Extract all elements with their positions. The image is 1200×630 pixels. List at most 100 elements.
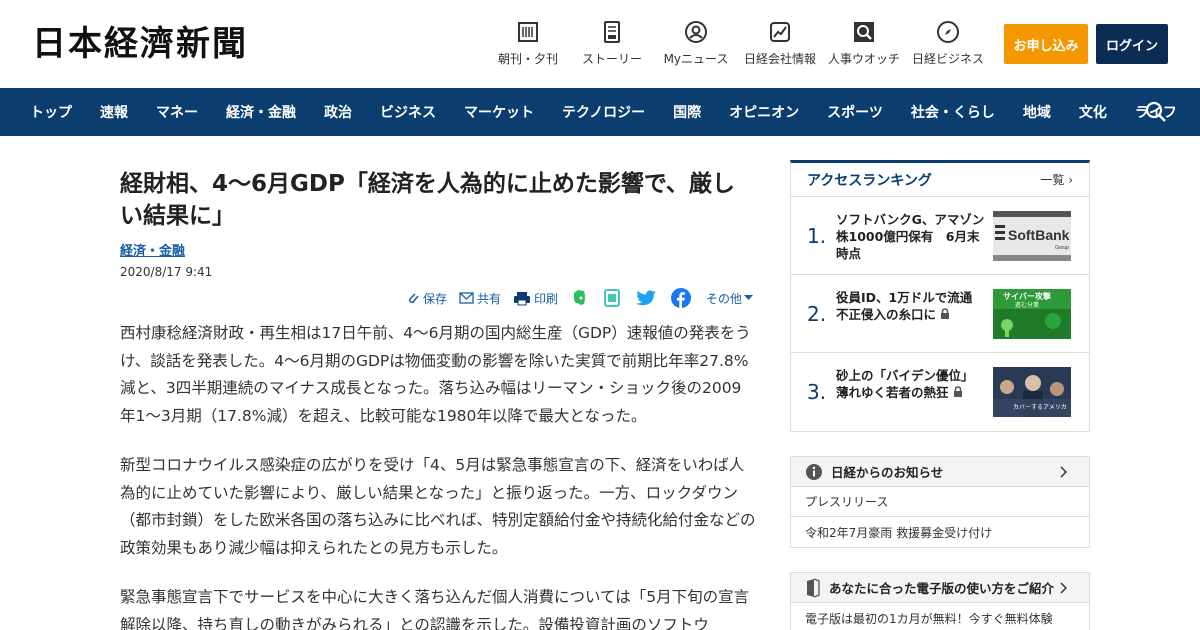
article-paragraph: 新型コロナウイルス感染症の広がりを受け「4、5月は緊急事態宣言の下、経済をいわば… [120, 456, 756, 557]
printer-icon [513, 291, 530, 305]
nav-item-sports[interactable]: スポーツ [827, 102, 883, 122]
rank-title: 砂上の「バイデン優位」 薄れゆく若者の熱狂 [836, 367, 986, 401]
ranking-item[interactable]: 3. 砂上の「バイデン優位」 薄れゆく若者の熱狂 カバーするアメリカ [791, 353, 1089, 431]
util-nikkei-business[interactable]: 日経ビジネス [912, 20, 984, 67]
share-button[interactable]: 共有 [459, 290, 501, 307]
guide-row-free-trial[interactable]: 電子版は最初の1カ月が無料！今すぐ無料体験 [791, 603, 1089, 630]
nav-item-market[interactable]: マーケット [464, 102, 534, 122]
chart-icon [770, 22, 790, 42]
notice-title: 日経からのお知らせ [831, 465, 944, 480]
caret-down-icon [744, 295, 753, 300]
svg-text:カバーするアメリカ: カバーするアメリカ [1013, 404, 1067, 411]
notice-header[interactable]: 日経からのお知らせ [791, 457, 1089, 487]
nav-item-international[interactable]: 国際 [673, 102, 701, 122]
compass-icon [937, 21, 959, 43]
evernote-button[interactable] [570, 289, 591, 307]
nav-item-top[interactable]: トップ [30, 102, 72, 122]
lock-icon [941, 308, 950, 319]
article-headline: 経財相、4～6月GDP「経済を人為的に止めた影響で、厳しい結果に」 [120, 171, 735, 229]
rank-title: ソフトバンクG、アマゾン株1000億円保有 6月末時点 [836, 212, 985, 261]
svg-text:サイバー攻撃: サイバー攻撃 [1003, 291, 1051, 301]
apply-button[interactable]: お申し込み [1004, 24, 1088, 64]
chevron-right-icon: › [1068, 173, 1073, 187]
twitter-icon [635, 289, 656, 305]
more-button[interactable]: その他 [706, 290, 756, 307]
rank-thumbnail: サイバー攻撃 進む分業 [993, 289, 1071, 339]
util-label: 朝刊・夕刊 [497, 52, 558, 66]
nikkei-notice-box: 日経からのお知らせ プレスリリース 令和2年7月豪雨 救援募金受け付け [790, 456, 1090, 548]
nav-item-society[interactable]: 社会・くらし [911, 102, 995, 122]
site-header: 日本経濟新聞 朝刊・夕刊 ストーリー Myニュース 日経会社情報 人事ウオッチ … [0, 0, 1200, 88]
util-label: ストーリー [581, 52, 642, 66]
article-category-link[interactable]: 経済・金融 [120, 240, 185, 259]
nav-item-technology[interactable]: テクノロジー [562, 102, 645, 122]
nav-item-culture[interactable]: 文化 [1079, 102, 1107, 122]
info-icon [806, 463, 822, 480]
save-label: 保存 [422, 291, 447, 306]
nav-item-business[interactable]: ビジネス [380, 102, 436, 122]
login-button[interactable]: ログイン [1096, 24, 1168, 64]
ranking-item[interactable]: 2. 役員ID、1万ドルで流通 不正侵入の糸口に サイバー攻撃 進む分業 [791, 275, 1089, 353]
util-label: 日経会社情報 [744, 52, 817, 66]
guide-title: あなたに合った電子版の使い方をご紹介 [829, 581, 1055, 596]
util-mynews[interactable]: Myニュース [660, 20, 732, 67]
ranking-header: アクセスランキング 一覧 › [791, 163, 1089, 197]
svg-text:進む分業: 進む分業 [1015, 301, 1039, 309]
note-button[interactable] [603, 289, 624, 307]
search-person-icon [854, 22, 874, 42]
notice-row-press-release[interactable]: プレスリリース [791, 487, 1089, 517]
newspaper-icon [518, 22, 538, 42]
user-icon [685, 21, 707, 43]
more-label: その他 [705, 291, 742, 306]
guide-header[interactable]: あなたに合った電子版の使い方をご紹介 [791, 573, 1089, 603]
softbank-logo-image: SoftBank Group [993, 211, 1071, 261]
util-personnel[interactable]: 人事ウオッチ [828, 20, 900, 67]
rank-number: 2. [807, 302, 827, 326]
util-label: 人事ウオッチ [828, 52, 901, 66]
nav-item-region[interactable]: 地域 [1023, 102, 1051, 122]
article-toolbar: 保存 共有 印刷 その他 [120, 286, 756, 310]
site-logo[interactable]: 日本経濟新聞 [32, 24, 248, 64]
save-button[interactable]: 保存 [406, 290, 447, 307]
nav-item-money[interactable]: マネー [156, 102, 198, 122]
util-label: Myニュース [663, 52, 729, 66]
facebook-button[interactable] [670, 288, 694, 308]
svg-text:SoftBank: SoftBank [1008, 227, 1070, 243]
article-body: 西村康稔経済財政・再生相は17日午前、4～6月期の国内総生産（GDP）速報値の発… [120, 320, 756, 630]
main-nav-list: トップ 速報 マネー 経済・金融 政治 ビジネス マーケット テクノロジー 国際… [30, 88, 1200, 136]
util-company-info[interactable]: 日経会社情報 [744, 20, 816, 67]
print-label: 印刷 [533, 291, 558, 306]
rank-number: 3. [807, 380, 827, 404]
notice-row-donation[interactable]: 令和2年7月豪雨 救援募金受け付け [791, 517, 1089, 547]
chevron-right-icon [1060, 582, 1067, 594]
nav-item-breaking[interactable]: 速報 [100, 102, 128, 122]
nav-item-politics[interactable]: 政治 [324, 102, 352, 122]
article-paragraph: 西村康稔経済財政・再生相は17日午前、4～6月期の国内総生産（GDP）速報値の発… [120, 324, 751, 425]
search-icon[interactable] [1145, 101, 1167, 123]
util-morning-evening[interactable]: 朝刊・夕刊 [492, 20, 564, 67]
article-date: 2020/8/17 9:41 [120, 265, 213, 279]
cyber-attack-image: サイバー攻撃 進む分業 [993, 289, 1071, 339]
util-label: 日経ビジネス [912, 52, 985, 66]
utility-nav: 朝刊・夕刊 ストーリー Myニュース 日経会社情報 人事ウオッチ 日経ビジネス [492, 20, 984, 67]
util-story[interactable]: ストーリー [576, 20, 648, 67]
digital-guide-box: あなたに合った電子版の使い方をご紹介 電子版は最初の1カ月が無料！今すぐ無料体験 [790, 572, 1090, 630]
clip-icon [408, 293, 419, 304]
note-icon [603, 289, 620, 307]
article: 経財相、4～6月GDP「経済を人為的に止めた影響で、厳しい結果に」 経済・金融 … [120, 168, 756, 630]
nav-item-economy[interactable]: 経済・金融 [226, 102, 296, 122]
ranking-more-link[interactable]: 一覧 › [1040, 171, 1073, 188]
ranking-item[interactable]: 1. ソフトバンクG、アマゾン株1000億円保有 6月末時点 SoftBank … [791, 197, 1089, 275]
facebook-icon [670, 288, 691, 308]
nav-item-opinion[interactable]: オピニオン [729, 102, 799, 122]
story-icon [604, 21, 620, 43]
access-ranking: アクセスランキング 一覧 › 1. ソフトバンクG、アマゾン株1000億円保有 … [790, 160, 1090, 432]
main-nav: トップ 速報 マネー 経済・金融 政治 ビジネス マーケット テクノロジー 国際… [0, 88, 1200, 136]
print-button[interactable]: 印刷 [513, 290, 558, 307]
ranking-title: アクセスランキング [807, 172, 932, 189]
twitter-button[interactable] [635, 289, 659, 307]
biden-rally-image: カバーするアメリカ [993, 367, 1071, 417]
rank-number: 1. [807, 224, 827, 248]
evernote-icon [573, 290, 585, 305]
rank-thumbnail: SoftBank Group [993, 211, 1071, 261]
